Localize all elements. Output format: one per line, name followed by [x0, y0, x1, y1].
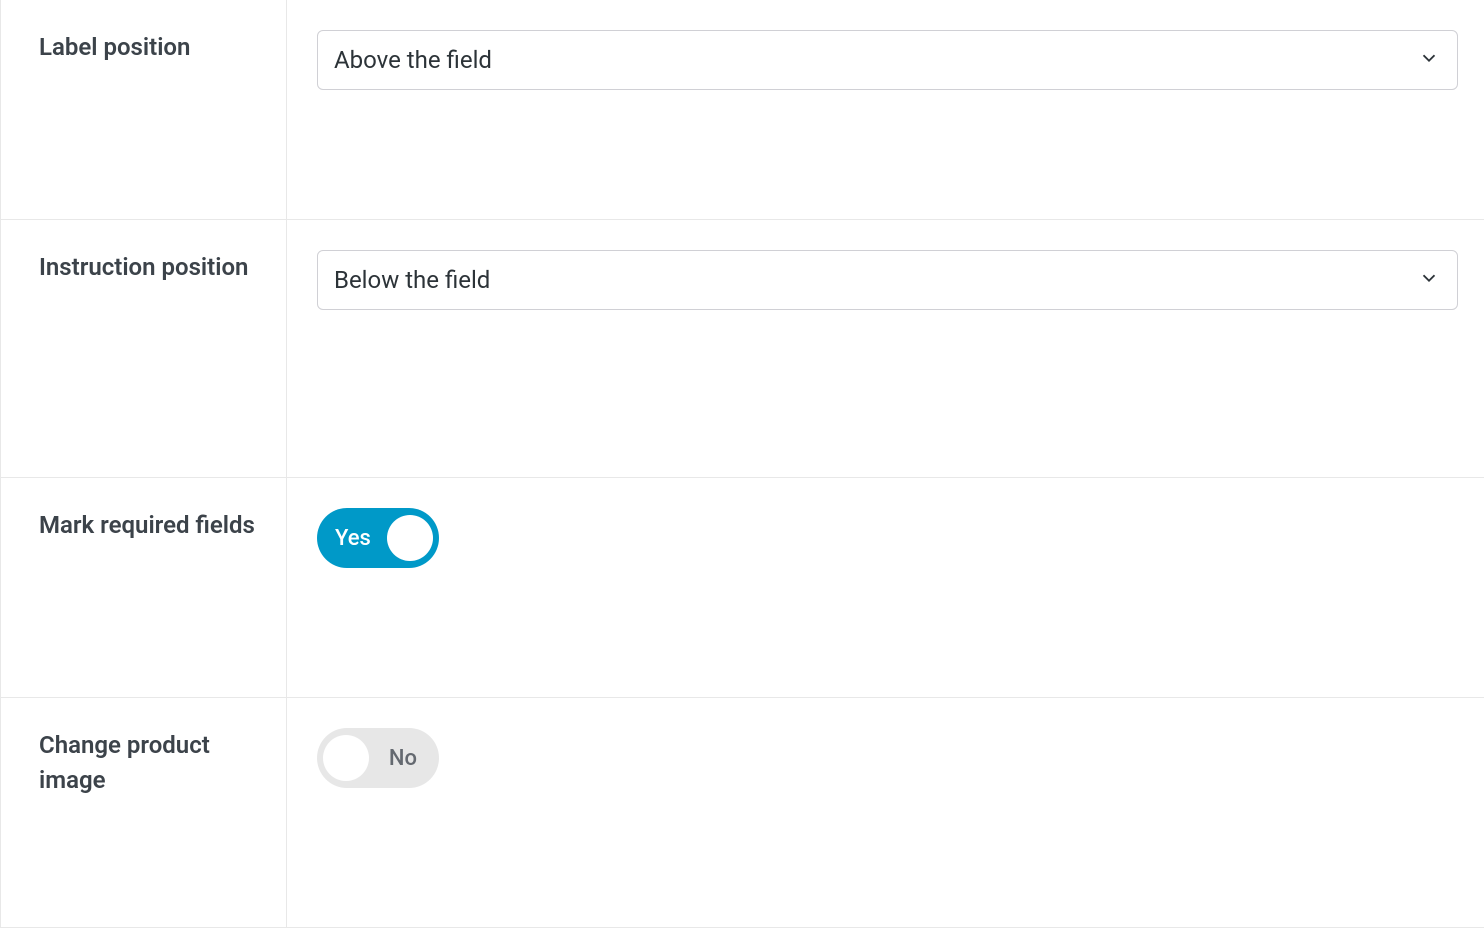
label-position-value: Above the field	[334, 46, 492, 74]
instruction-position-value: Below the field	[334, 266, 490, 294]
toggle-knob	[323, 735, 369, 781]
change-product-image-toggle[interactable]: No	[317, 728, 439, 788]
row-change-product-image: Change product image No	[0, 698, 1484, 928]
control-cell: Above the field	[287, 0, 1484, 219]
settings-table: Label position Above the field Instructi…	[0, 0, 1484, 928]
mark-required-fields-label: Mark required fields	[39, 508, 256, 543]
toggle-label-no: No	[389, 746, 417, 771]
change-product-image-label: Change product image	[39, 728, 256, 798]
toggle-label-yes: Yes	[335, 526, 371, 551]
label-cell: Mark required fields	[1, 478, 287, 697]
control-cell: Below the field	[287, 220, 1484, 477]
row-instruction-position: Instruction position Below the field	[0, 220, 1484, 478]
label-position-label: Label position	[39, 30, 256, 65]
row-mark-required-fields: Mark required fields Yes	[0, 478, 1484, 698]
label-cell: Label position	[1, 0, 287, 219]
toggle-knob	[387, 515, 433, 561]
instruction-position-select[interactable]: Below the field	[317, 250, 1458, 310]
instruction-position-label: Instruction position	[39, 250, 256, 285]
mark-required-fields-toggle[interactable]: Yes	[317, 508, 439, 568]
label-cell: Instruction position	[1, 220, 287, 477]
row-label-position: Label position Above the field	[0, 0, 1484, 220]
label-cell: Change product image	[1, 698, 287, 927]
control-cell: No	[287, 698, 1484, 927]
label-position-select[interactable]: Above the field	[317, 30, 1458, 90]
control-cell: Yes	[287, 478, 1484, 697]
instruction-position-select-wrapper: Below the field	[317, 250, 1458, 310]
label-position-select-wrapper: Above the field	[317, 30, 1458, 90]
